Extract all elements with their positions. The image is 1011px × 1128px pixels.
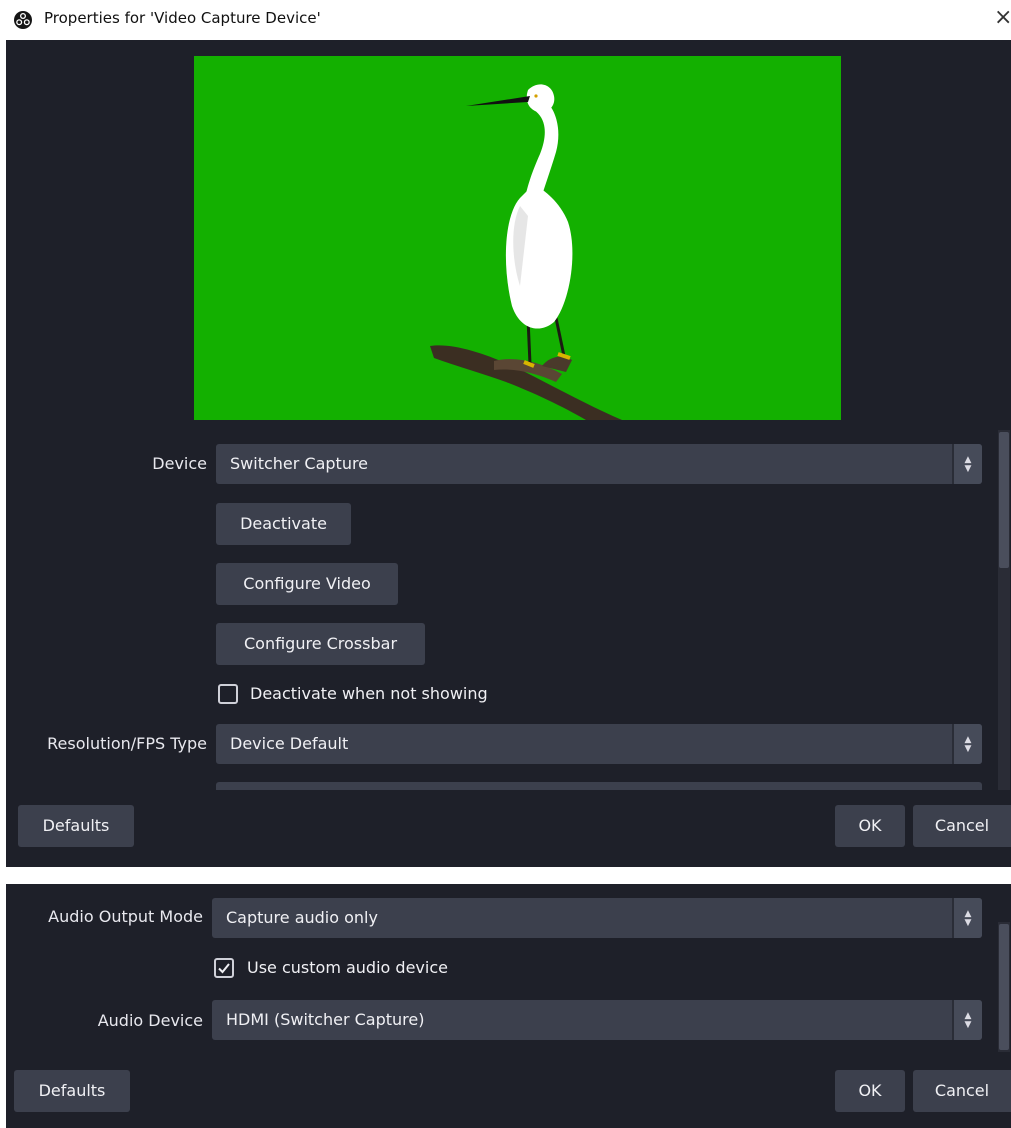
device-select[interactable]: Switcher Capture ▲ ▼ [216,444,982,484]
audio-output-mode-value: Capture audio only [226,908,378,927]
separator-gap [0,867,1011,884]
configure-crossbar-button[interactable]: Configure Crossbar [216,623,425,665]
resolution-fps-label: Resolution/FPS Type [47,734,207,753]
updown-arrows-icon: ▲ ▼ [952,724,982,764]
audio-device-label: Audio Device [97,1011,203,1030]
audio-device-select[interactable]: HDMI (Switcher Capture) ▲ ▼ [212,1000,982,1040]
updown-arrows-icon: ▲ ▼ [952,444,982,484]
window-title: Properties for 'Video Capture Device' [44,9,321,27]
resolution-fps-value: Device Default [230,734,349,753]
resolution-fps-select[interactable]: Device Default ▲ ▼ [216,724,982,764]
device-label: Device [152,454,207,473]
device-value: Switcher Capture [230,454,369,473]
audio-output-mode-select[interactable]: Capture audio only ▲ ▼ [212,898,982,938]
next-setting-select-partial[interactable] [216,782,982,790]
use-custom-audio-device-checkbox[interactable] [214,958,234,978]
deactivate-button[interactable]: Deactivate [216,503,351,545]
title-bar: Properties for 'Video Capture Device' × [0,0,1011,40]
checkmark-icon [218,963,230,974]
video-preview [194,56,841,420]
defaults-button[interactable]: Defaults [18,805,134,847]
ok-button[interactable]: OK [835,805,905,847]
configure-video-button[interactable]: Configure Video [216,563,398,605]
defaults-button[interactable]: Defaults [14,1070,130,1112]
ok-button[interactable]: OK [835,1070,905,1112]
scrollbar-thumb[interactable] [999,432,1009,568]
close-icon[interactable]: × [994,6,1011,30]
deactivate-when-not-showing-checkbox[interactable] [218,684,238,704]
updown-arrows-icon: ▲ ▼ [952,898,982,938]
audio-device-value: HDMI (Switcher Capture) [226,1010,425,1029]
scrollbar-thumb[interactable] [999,924,1009,1050]
updown-arrows-icon: ▲ ▼ [952,1000,982,1040]
cancel-button[interactable]: Cancel [913,1070,1011,1112]
deactivate-when-not-showing-label: Deactivate when not showing [250,684,488,703]
cancel-button[interactable]: Cancel [913,805,1011,847]
obs-logo-icon [14,11,32,29]
audio-output-mode-label: Audio Output Mode [48,907,203,926]
use-custom-audio-device-label: Use custom audio device [247,958,448,977]
egret-on-branch-image [430,84,622,420]
